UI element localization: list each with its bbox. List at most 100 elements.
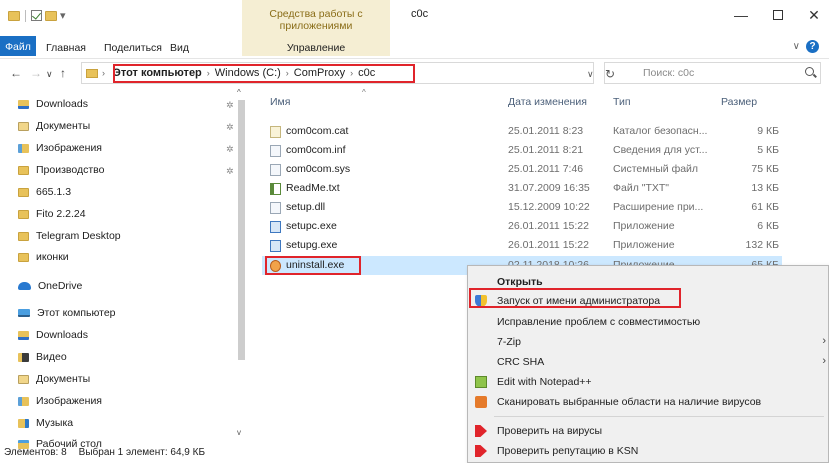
- documents-icon: [18, 121, 29, 131]
- up-button[interactable]: ↑: [60, 66, 66, 80]
- folder-icon: [86, 68, 98, 78]
- nav-item-label: Производство: [36, 164, 105, 176]
- forward-button[interactable]: →: [30, 66, 42, 80]
- run-as-admin-highlight-box: [469, 288, 681, 308]
- nav-item-production[interactable]: Производство: [18, 160, 104, 180]
- menu-item-crc-sha[interactable]: CRC SHA ›: [468, 352, 828, 372]
- pictures-icon: [18, 396, 29, 406]
- nav-item-pictures[interactable]: Изображения: [18, 391, 102, 411]
- pin-icon[interactable]: ✲: [226, 144, 234, 155]
- exe-file-icon: [270, 240, 281, 252]
- properties-check-icon[interactable]: [31, 10, 42, 21]
- file-type: Системный файл: [613, 163, 699, 175]
- nav-item-label: Изображения: [36, 142, 102, 154]
- context-tool-label: Средства работы с приложениями: [269, 8, 363, 32]
- navigation-scrollbar[interactable]: ^ v: [236, 88, 246, 440]
- qa-separator: [25, 9, 26, 22]
- nav-item-music[interactable]: Музыка: [18, 413, 73, 433]
- column-header-type[interactable]: Тип: [613, 88, 631, 116]
- column-header-name[interactable]: Имя: [270, 88, 290, 116]
- file-row[interactable]: ReadMe.txt 31.07.2009 16:35 Файл "TXT" 1…: [262, 179, 782, 198]
- ribbon-collapse-icon[interactable]: ∨: [793, 41, 800, 52]
- nav-item-665[interactable]: 665.1.3: [18, 182, 71, 202]
- tab-home[interactable]: Главная: [46, 42, 86, 54]
- nav-item-label: Видео: [36, 351, 67, 363]
- txt-file-icon: [270, 183, 281, 195]
- help-icon[interactable]: ?: [806, 40, 819, 53]
- folder-icon[interactable]: [8, 10, 20, 21]
- nav-item-downloads[interactable]: Downloads: [18, 325, 88, 345]
- scrollbar-thumb[interactable]: [238, 100, 245, 360]
- nav-item-icons[interactable]: иконки: [18, 247, 69, 267]
- pin-icon[interactable]: ✲: [226, 122, 234, 133]
- file-name: com0com.sys: [286, 163, 351, 175]
- file-row[interactable]: setupg.exe 26.01.2011 15:22 Приложение 1…: [262, 236, 782, 255]
- scroll-up-icon[interactable]: ^: [237, 88, 241, 97]
- nav-item-documents[interactable]: Документы: [18, 369, 90, 389]
- nav-item-label: Документы: [36, 373, 91, 385]
- column-header-size[interactable]: Размер: [721, 88, 757, 116]
- search-input[interactable]: Поиск: c0c: [604, 62, 821, 84]
- file-size: 75 КБ: [751, 163, 779, 175]
- nav-item-fito[interactable]: Fito 2.2.24: [18, 204, 86, 224]
- tab-share[interactable]: Поделиться: [104, 42, 162, 54]
- menu-item-compatibility[interactable]: Исправление проблем с совместимостью: [468, 312, 828, 332]
- dll-file-icon: [270, 202, 281, 214]
- tab-manage[interactable]: Управление: [242, 42, 390, 54]
- recent-locations-button[interactable]: ∨: [46, 69, 53, 80]
- file-size: 132 КБ: [745, 239, 779, 251]
- nav-item-this-pc[interactable]: Этот компьютер: [18, 303, 116, 323]
- status-selection: Выбран 1 элемент: 64,9 КБ: [78, 447, 206, 458]
- menu-item-label: Проверить репутацию в KSN: [497, 445, 639, 457]
- nav-item-label: Документы: [36, 120, 91, 132]
- file-size: 9 КБ: [757, 125, 779, 137]
- menu-item-7zip[interactable]: 7-Zip ›: [468, 332, 828, 352]
- nav-item-downloads-quick[interactable]: Downloads: [18, 94, 88, 114]
- chevron-right-icon[interactable]: ›: [102, 68, 105, 78]
- file-row[interactable]: com0com.cat 25.01.2011 8:23 Каталог безо…: [262, 122, 782, 141]
- kaspersky-icon: [475, 445, 487, 457]
- minimize-button[interactable]: —: [723, 4, 759, 26]
- folder-icon: [18, 231, 29, 241]
- nav-item-pictures-quick[interactable]: Изображения: [18, 138, 102, 158]
- menu-item-notepad-plus-plus[interactable]: Edit with Notepad++: [468, 372, 828, 392]
- file-row[interactable]: com0com.sys 25.01.2011 7:46 Системный фа…: [262, 160, 782, 179]
- pin-icon[interactable]: ✲: [226, 166, 234, 177]
- downloads-icon: [18, 330, 29, 340]
- nav-item-telegram[interactable]: Telegram Desktop: [18, 226, 121, 246]
- file-date: 25.01.2011 7:46: [508, 163, 584, 175]
- file-row[interactable]: com0com.inf 25.01.2011 8:21 Сведения для…: [262, 141, 782, 160]
- file-row[interactable]: setupc.exe 26.01.2011 15:22 Приложение 6…: [262, 217, 782, 236]
- scroll-down-icon[interactable]: v: [237, 428, 241, 437]
- file-type: Расширение при...: [613, 201, 704, 213]
- file-size: 13 КБ: [751, 182, 779, 194]
- file-row[interactable]: setup.dll 15.12.2009 10:22 Расширение пр…: [262, 198, 782, 217]
- submenu-arrow-icon: ›: [822, 335, 826, 347]
- menu-item-label: Сканировать выбранные области на наличие…: [497, 396, 762, 408]
- nav-item-label: иконки: [36, 251, 69, 263]
- nav-item-onedrive[interactable]: OneDrive: [18, 276, 82, 296]
- file-type: Файл "TXT": [613, 182, 670, 194]
- maximize-button[interactable]: [760, 4, 796, 26]
- notepad-plus-plus-icon: [475, 376, 487, 388]
- menu-item-scan[interactable]: Сканировать выбранные области на наличие…: [468, 392, 828, 412]
- back-button[interactable]: ←: [10, 66, 22, 80]
- column-header-date[interactable]: Дата изменения: [508, 88, 587, 116]
- tab-view[interactable]: Вид: [170, 42, 189, 54]
- menu-item-virus-check[interactable]: Проверить на вирусы: [468, 421, 828, 441]
- nav-item-documents-quick[interactable]: Документы: [18, 116, 90, 136]
- close-button[interactable]: ✕: [796, 4, 829, 26]
- file-size: 61 КБ: [751, 201, 779, 213]
- folder-icon: [18, 187, 29, 197]
- menu-item-ksn-reputation[interactable]: Проверить репутацию в KSN: [468, 441, 828, 461]
- tab-file[interactable]: Файл: [0, 36, 36, 56]
- file-type: Каталог безопасн...: [613, 125, 708, 137]
- maximize-icon: [773, 10, 783, 20]
- file-size: 6 КБ: [757, 220, 779, 232]
- qa-customize-icon[interactable]: ▾: [60, 9, 66, 22]
- nav-item-videos[interactable]: Видео: [18, 347, 67, 367]
- pin-icon[interactable]: ✲: [226, 100, 234, 111]
- new-folder-icon[interactable]: [45, 10, 57, 21]
- address-dropdown-icon[interactable]: ∨: [587, 69, 594, 80]
- file-date: 26.01.2011 15:22: [508, 239, 589, 251]
